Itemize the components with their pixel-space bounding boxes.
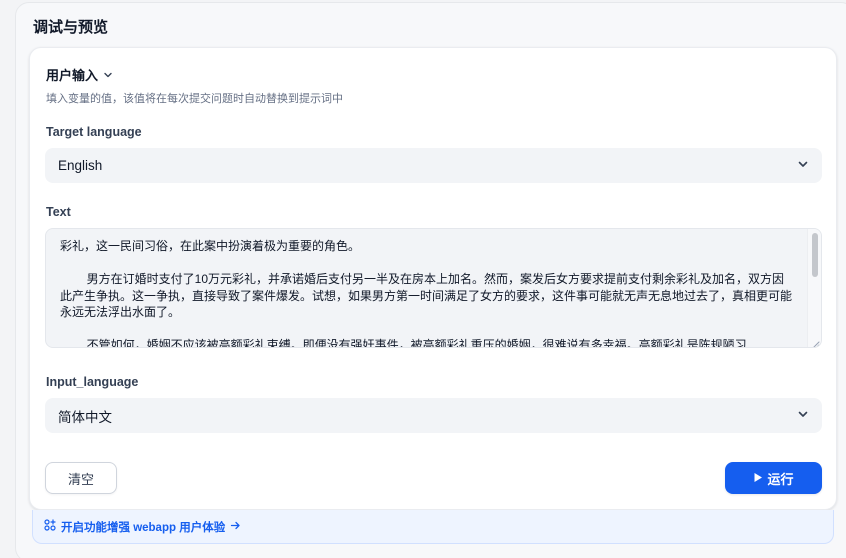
user-input-toggle[interactable]: 用户输入 bbox=[46, 65, 114, 84]
clear-button[interactable]: 清空 bbox=[45, 462, 117, 494]
enhance-feature-link[interactable]: 开启功能增强 webapp 用户体验 bbox=[32, 510, 834, 544]
arrow-right-icon bbox=[230, 520, 241, 534]
user-input-heading: 用户输入 bbox=[46, 68, 99, 83]
chevron-down-icon bbox=[796, 407, 810, 424]
target-language-select[interactable]: English bbox=[45, 148, 822, 183]
page-title: 调试与预览 bbox=[33, 19, 109, 36]
text-textarea[interactable]: 彩礼，这一民间习俗，在此案中扮演着极为重要的角色。 男方在订婚时支付了10万元彩… bbox=[45, 228, 822, 348]
enhance-feature-label: 开启功能增强 webapp 用户体验 bbox=[61, 521, 226, 534]
input-language-select[interactable]: 简体中文 bbox=[45, 398, 822, 433]
textarea-scrollbar[interactable] bbox=[807, 229, 821, 347]
user-input-card: 用户输入 填入变量的值，该值将在每次提交问题时自动替换到提示词中 Target … bbox=[29, 47, 837, 510]
text-label: Text bbox=[46, 205, 71, 219]
target-language-label: Target language bbox=[46, 125, 142, 139]
resize-handle-icon[interactable] bbox=[810, 336, 820, 347]
input-language-value: 简体中文 bbox=[58, 409, 112, 425]
input-language-label: Input_language bbox=[46, 375, 139, 389]
chevron-down-icon bbox=[796, 157, 810, 174]
chevron-down-icon bbox=[102, 69, 114, 81]
text-textarea-content[interactable]: 彩礼，这一民间习俗，在此案中扮演着极为重要的角色。 男方在订婚时支付了10万元彩… bbox=[46, 229, 808, 347]
scrollbar-thumb[interactable] bbox=[812, 233, 818, 277]
run-button[interactable]: 运行 bbox=[725, 462, 822, 494]
feature-grid-icon bbox=[44, 519, 56, 534]
target-language-value: English bbox=[58, 158, 103, 173]
play-icon bbox=[753, 471, 763, 486]
user-input-description: 填入变量的值，该值将在每次提交问题时自动替换到提示词中 bbox=[46, 93, 343, 105]
run-button-label: 运行 bbox=[767, 471, 794, 487]
